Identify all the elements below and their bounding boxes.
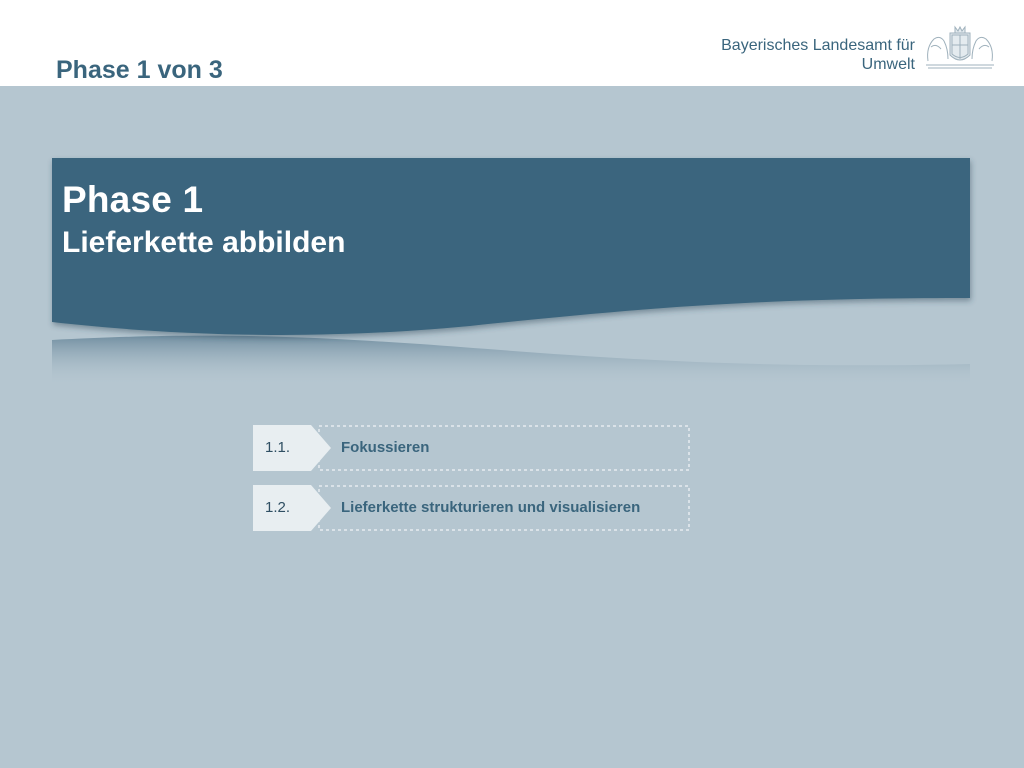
step-number: 1.2. — [265, 499, 291, 516]
organization-name: Bayerisches Landesamt für Umwelt — [721, 36, 915, 74]
organization-name-line2: Umwelt — [861, 56, 915, 73]
step-number: 1.1. — [265, 439, 291, 456]
step-label: Lieferkette strukturieren und visualisie… — [341, 499, 641, 516]
header: Phase 1 von 3 Bayerisches Landesamt für … — [0, 0, 1024, 86]
step-item-1[interactable]: 1.1. Fokussieren — [253, 425, 691, 471]
step-item-2[interactable]: 1.2. Lieferkette strukturieren und visua… — [253, 485, 691, 531]
coat-of-arms-icon — [926, 25, 994, 69]
organization-name-line1: Bayerisches Landesamt für — [721, 37, 915, 54]
banner-title: Phase 1 — [62, 179, 204, 220]
phase-indicator: Phase 1 von 3 — [56, 56, 223, 84]
phase-banner: Phase 1 Lieferkette abbilden — [0, 86, 1024, 406]
banner-subtitle: Lieferkette abbilden — [62, 226, 346, 259]
step-label: Fokussieren — [341, 439, 430, 456]
content-area: Phase 1 Lieferkette abbilden 1.1. Fokuss… — [0, 86, 1024, 768]
